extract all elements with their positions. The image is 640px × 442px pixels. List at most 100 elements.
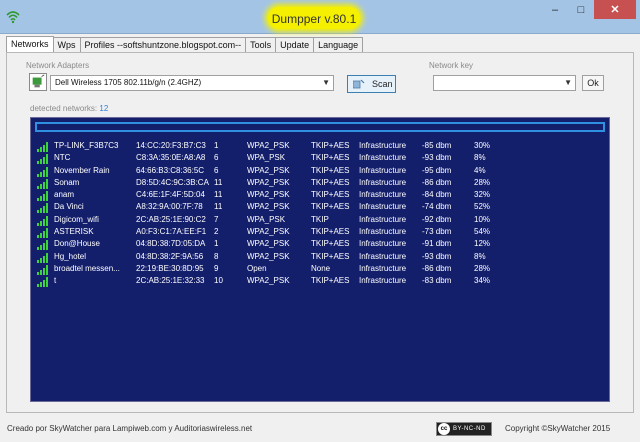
network-cipher: TKIP+AES — [311, 177, 350, 187]
network-key-select[interactable]: ▼ — [433, 75, 576, 91]
network-dbm: -93 dbm — [422, 153, 452, 163]
adapter-select[interactable]: Dell Wireless 1705 802.11b/g/n (2.4GHZ) … — [50, 75, 334, 91]
network-channel: 1 — [214, 239, 219, 249]
network-channel: 9 — [214, 263, 219, 273]
network-mac: A8:32:9A:00:7F:78 — [136, 202, 203, 212]
network-mode: Infrastructure — [359, 263, 407, 273]
window-controls: – □ ✕ — [542, 0, 636, 20]
signal-bars-icon — [37, 215, 50, 226]
network-security: WPA2_PSK — [247, 239, 290, 249]
tab-wps[interactable]: Wps — [52, 37, 81, 53]
network-mac: 22:19:BE:30:8D:95 — [136, 263, 204, 273]
network-dbm: -84 dbm — [422, 190, 452, 200]
table-row[interactable]: Hg_hotel 04:8D:38:2F:9A:56 8 WPA2_PSK TKIP+A… — [31, 251, 609, 263]
tab-networks[interactable]: Networks — [6, 36, 54, 53]
table-row[interactable]: November Rain 64:66:B3:C8:36:5C 6 WPA2_PSK T… — [31, 165, 609, 177]
network-security: Open — [247, 263, 267, 273]
table-row[interactable]: anam C4:6E:1F:4F:5D:04 11 WPA2_PSK TKIP+AES I… — [31, 189, 609, 202]
table-row[interactable]: Digicom_wifi 2C:AB:25:1E:90:C2 7 WPA_PSK TKI… — [31, 214, 609, 226]
network-ssid: anam — [54, 190, 75, 200]
network-signal: 8% — [474, 153, 486, 163]
network-signal: 52% — [474, 202, 491, 212]
network-channel: 7 — [214, 214, 219, 224]
signal-bars-icon — [37, 228, 50, 239]
network-cipher: TKIP+AES — [311, 251, 350, 261]
network-ssid: Da Vinci — [54, 202, 84, 212]
network-cipher: TKIP+AES — [311, 202, 350, 212]
network-ssid: NTC — [54, 153, 71, 163]
network-mode: Infrastructure — [359, 227, 407, 237]
network-list[interactable]: TP-LINK_F3B7C3 14:CC:20:F3:B7:C3 1 WPA2_PSK… — [30, 117, 610, 402]
network-cipher: TKIP — [311, 214, 329, 224]
table-row[interactable]: t 2C:AB:25:1E:32:33 10 WPA2_PSK TKIP+AES Infr… — [31, 275, 609, 288]
signal-bars-icon — [37, 252, 50, 263]
table-row[interactable]: Da Vinci A8:32:9A:00:7F:78 11 WPA2_PSK TKIP+… — [31, 201, 609, 214]
network-dbm: -86 dbm — [422, 177, 452, 187]
network-mode: Infrastructure — [359, 251, 407, 261]
maximize-button[interactable]: □ — [568, 0, 594, 19]
network-ssid: ASTERISK — [54, 227, 94, 237]
network-rows: TP-LINK_F3B7C3 14:CC:20:F3:B7:C3 1 WPA2_PSK… — [31, 140, 609, 288]
network-cipher: TKIP+AES — [311, 153, 350, 163]
network-security: WPA2_PSK — [247, 227, 290, 237]
network-cipher: TKIP+AES — [311, 141, 350, 150]
ok-button[interactable]: Ok — [582, 75, 604, 91]
network-key-label: Network key — [429, 61, 474, 70]
detected-networks-count: 12 — [99, 104, 109, 113]
table-row[interactable]: TP-LINK_F3B7C3 14:CC:20:F3:B7:C3 1 WPA2_PSK… — [31, 140, 609, 152]
network-channel: 2 — [214, 227, 219, 237]
network-signal: 32% — [474, 190, 491, 200]
network-security: WPA2_PSK — [247, 165, 290, 175]
network-dbm: -73 dbm — [422, 227, 452, 237]
network-mac: A0:F3:C1:7A:EE:F1 — [136, 227, 207, 237]
network-security: WPA2_PSK — [247, 177, 290, 187]
network-ssid: Digicom_wifi — [54, 214, 99, 224]
copyright-text: Copyright ©SkyWatcher 2015 — [505, 424, 611, 433]
network-channel: 11 — [214, 177, 223, 187]
network-signal: 12% — [474, 239, 491, 249]
scan-icon — [353, 79, 365, 89]
network-dbm: -74 dbm — [422, 202, 452, 212]
network-security: WPA_PSK — [247, 214, 286, 224]
adapter-selected-value: Dell Wireless 1705 802.11b/g/n (2.4GHZ) — [55, 78, 202, 87]
network-ssid: t — [54, 276, 57, 286]
network-security: WPA_PSK — [247, 153, 286, 163]
adapter-icon — [29, 73, 47, 91]
cc-license-badge[interactable]: cc BY-NC-ND — [436, 422, 492, 436]
tab-strip: Networks Wps Profiles --softshuntzone.bl… — [6, 36, 364, 53]
close-button[interactable]: ✕ — [594, 0, 636, 19]
minimize-button[interactable]: – — [542, 0, 568, 19]
network-cipher: None — [311, 263, 331, 273]
signal-bars-icon — [37, 277, 50, 288]
table-row[interactable]: Sonam D8:5D:4C:9C:3B:CA 11 WPA2_PSK TKIP+AES… — [31, 177, 609, 189]
network-signal: 34% — [474, 276, 491, 286]
title-bar[interactable]: Dumpper v.80.1 – □ ✕ — [0, 0, 640, 34]
cc-logo-icon: cc — [438, 423, 450, 435]
table-row[interactable]: broadtel messen... 22:19:BE:30:8D:95 9 Open… — [31, 263, 609, 275]
table-row[interactable]: NTC C8:3A:35:0E:A8:A8 6 WPA_PSK TKIP+AES Infr… — [31, 152, 609, 165]
tab-update[interactable]: Update — [275, 37, 315, 53]
signal-bars-icon — [37, 166, 50, 177]
signal-bars-icon — [37, 191, 50, 202]
scan-button[interactable]: Scan — [347, 75, 396, 93]
network-cipher: TKIP+AES — [311, 276, 350, 286]
signal-bars-icon — [37, 203, 50, 214]
tab-profiles[interactable]: Profiles --softshuntzone.blogspot.com-- — [79, 37, 247, 53]
network-mac: 04:8D:38:2F:9A:56 — [136, 251, 204, 261]
network-channel: 11 — [214, 190, 223, 200]
network-security: WPA2_PSK — [247, 202, 290, 212]
table-row[interactable]: Don@House 04:8D:38:7D:05:DA 1 WPA2_PSK TKIP+… — [31, 238, 609, 251]
tab-tools[interactable]: Tools — [245, 37, 277, 53]
cc-license-text: BY-NC-ND — [453, 426, 486, 432]
network-mode: Infrastructure — [359, 153, 407, 163]
table-row[interactable]: ASTERISK A0:F3:C1:7A:EE:F1 2 WPA2_PSK TKIP+A… — [31, 226, 609, 239]
network-dbm: -92 dbm — [422, 214, 452, 224]
signal-bars-icon — [37, 264, 50, 275]
network-mac: D8:5D:4C:9C:3B:CA — [136, 177, 209, 187]
network-security: WPA2_PSK — [247, 190, 290, 200]
network-cipher: TKIP+AES — [311, 190, 350, 200]
network-channel: 1 — [214, 141, 219, 150]
network-ssid: broadtel messen... — [54, 263, 120, 273]
tab-language[interactable]: Language — [313, 37, 364, 53]
network-signal: 28% — [474, 263, 491, 273]
